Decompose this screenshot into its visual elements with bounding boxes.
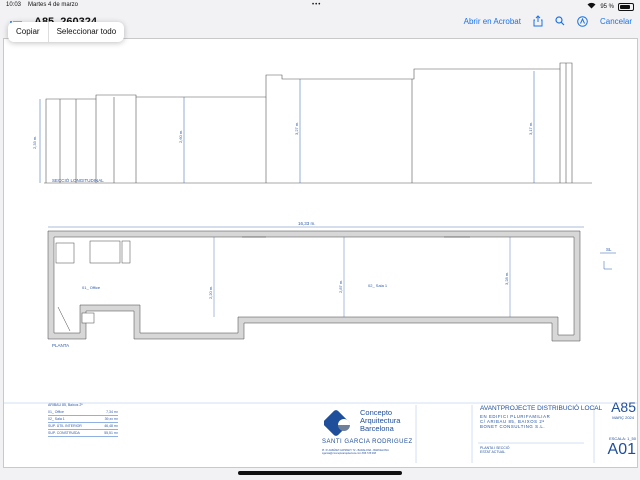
plan-height-1: 2,20 m. [208,286,213,299]
section-height-4: 3,17 m. [528,122,533,135]
pdf-page: 2,33 m. 2,60 m. 3,27 m. 3,17 m. SECCIÓ L… [3,38,638,468]
text-selection-menu: Copiar Seleccionar todo [8,22,125,42]
project-code: A85 [611,399,636,415]
battery-percent: 95 % [600,3,614,10]
section-drawing [44,62,592,184]
area-table: ARIBAU 85, Baixos 2ª 01_ Office 7,34 m² … [48,403,118,455]
area-label: SUP. CONSTRUÏDA [48,431,80,435]
plan-dimensions [213,237,511,317]
plan-info: PLANTA I SECCIÓ ESTAT ACTUAL [480,446,510,454]
area-value: 7,34 m² [106,410,118,414]
area-value: 55,51 m² [104,431,118,435]
area-row: SUP. CONSTRUÏDA 55,51 m² [48,430,118,437]
share-icon[interactable] [533,15,543,27]
section-height-1: 2,33 m. [32,136,37,149]
logo-line-3: Barcelona [360,424,394,433]
open-in-acrobat-button[interactable]: Abrir en Acrobat [464,17,521,26]
section-marker [600,252,616,270]
status-bar: 10:03 Martes 4 de marzo ••• 95 % [0,0,640,12]
section-height-2: 2,60 m. [178,130,183,143]
multitask-dots[interactable]: ••• [312,2,321,8]
plan-label: PLANTA [52,343,69,348]
company-logo: Concepto Arquitectura Barcelona SANTI GA… [322,405,430,457]
logo-name: SANTI GARCIA RODRIGUEZ [322,439,413,445]
status-date: Martes 4 de marzo [28,2,79,8]
logo-text: Concepto Arquitectura Barcelona [360,409,400,433]
logo-contact-line: sgarcia@conceptoarquitectura.com 656 725… [322,452,376,455]
battery-icon [618,2,634,11]
wifi-icon [587,2,596,11]
section-marker-label: SL [606,247,612,252]
area-row: 01_ Office 7,34 m² [48,409,118,416]
project-date: MARÇ 2024 [612,415,634,420]
search-icon[interactable] [555,16,565,26]
plan-state: ESTAT ACTUAL [480,450,506,455]
project-line-3: BONET CONSULTING S.L. [480,424,546,430]
plan-height-2: 2,87 m. [338,280,343,293]
status-right: 95 % [587,2,634,11]
section-height-3: 3,27 m. [294,122,299,135]
title-block: AVANTPROJECTE DISTRIBUCIÓ LOCAL EN EDIFI… [474,399,640,459]
project-subtitle: EN EDIFICI PLURIFAMILIAR C/ ARIBAU 85, B… [480,414,550,430]
plan-height-3: 3,28 m. [504,272,509,285]
area-value: 46,48 m² [104,424,118,428]
area-label: SUP. ÚTIL INTERIOR [48,424,82,428]
copy-menu-item[interactable]: Copiar [8,22,48,42]
status-time: 10:03 [6,2,22,8]
area-value: 39,xx m² [104,417,118,421]
toolbar-actions: Abrir en Acrobat Cancelar [464,15,632,27]
cancel-button[interactable]: Cancelar [600,17,632,26]
markup-icon[interactable] [577,15,588,27]
room-office-label: 01_ Office [82,285,101,290]
project-title: AVANTPROJECTE DISTRIBUCIÓ LOCAL [480,405,603,412]
home-indicator[interactable] [238,471,402,475]
logo-mark [324,410,350,436]
area-row: SUP. ÚTIL INTERIOR 46,48 m² [48,423,118,430]
logo-address: Pl. 6ª ALBÉNIZ CAPMANY 72 - BADALONA - B… [322,449,389,455]
room-sala-label: 02_ Sala 1 [368,283,388,288]
area-row: 02_ Sala 1 39,xx m² [48,416,118,423]
plan-width: 16,33 m. [298,221,316,226]
select-all-menu-item[interactable]: Seleccionar todo [49,22,125,42]
area-label: 02_ Sala 1 [48,417,65,421]
section-label: SECCIÓ LONGITUDINAL [52,177,104,183]
sheet-number: A01 [607,441,636,458]
area-table-header: ARIBAU 85, Baixos 2ª [48,403,83,407]
area-label: 01_ Office [48,410,64,414]
